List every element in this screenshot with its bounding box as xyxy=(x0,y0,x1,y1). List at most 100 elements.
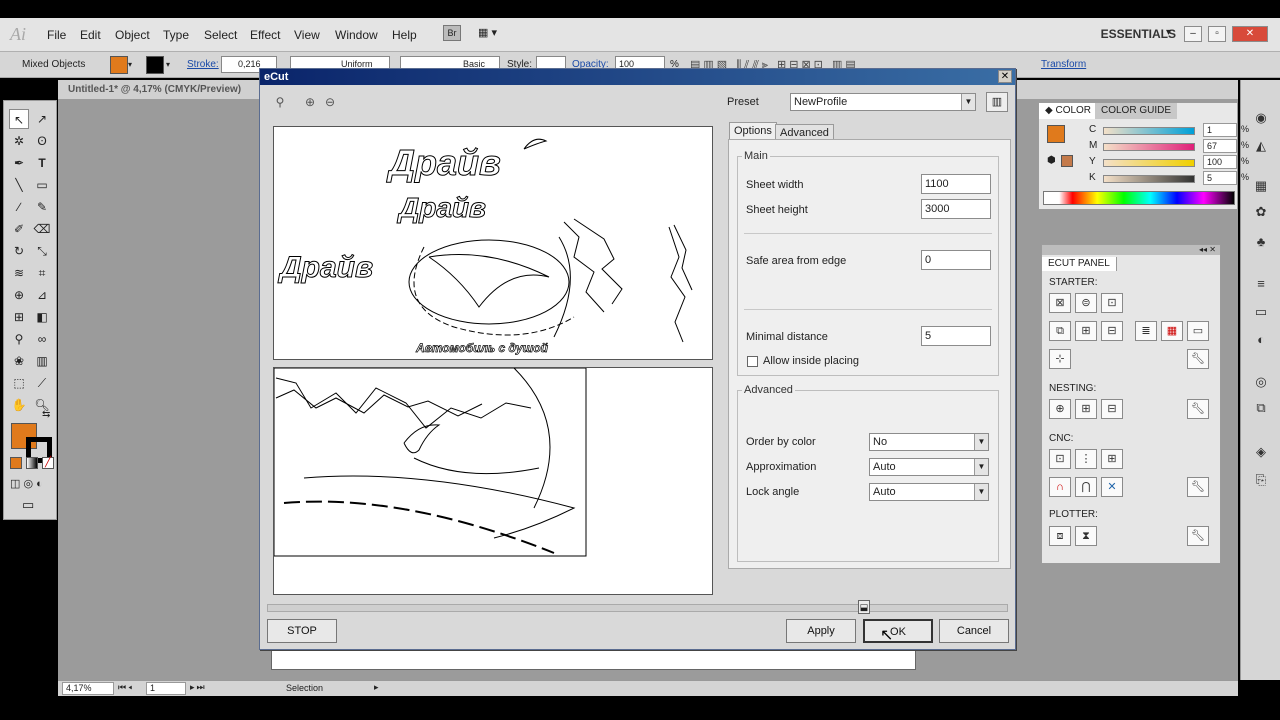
zoom-in-icon[interactable]: ⊕ xyxy=(302,95,318,111)
swap-colors-icon[interactable]: ⇆ xyxy=(42,409,50,420)
starter-btn-10[interactable]: ⊹ xyxy=(1049,349,1071,369)
bridge-button[interactable]: Br xyxy=(443,25,461,41)
paintbrush-tool-icon[interactable]: ∕ xyxy=(9,197,29,217)
cnc-btn-2[interactable]: ⋮ xyxy=(1075,449,1097,469)
starter-btn-3[interactable]: ⊡ xyxy=(1101,293,1123,313)
dialog-close-icon[interactable]: ✕ xyxy=(998,70,1012,83)
progress-handle-icon[interactable]: ⬓ xyxy=(858,600,870,614)
lock-angle-select[interactable]: Auto ▼ xyxy=(869,483,989,501)
cmyk-value-input[interactable]: 67 xyxy=(1203,139,1237,153)
menu-object[interactable]: Object xyxy=(115,28,150,42)
dxf-export-icon[interactable]: ✕ xyxy=(1101,477,1123,497)
brushes-icon[interactable]: ✿ xyxy=(1251,202,1271,222)
gradient-icon[interactable]: ▭ xyxy=(1251,302,1271,322)
cnc-btn-1[interactable]: ⊡ xyxy=(1049,449,1071,469)
arrange-documents-icon[interactable]: ▦ ▾ xyxy=(478,26,508,41)
minimize-icon[interactable]: – xyxy=(1184,26,1202,42)
none-mode-icon[interactable]: ╱ xyxy=(42,457,54,469)
graphic-styles-icon[interactable]: ⧉ xyxy=(1251,398,1271,418)
menu-help[interactable]: Help xyxy=(392,28,417,42)
blob-brush-tool-icon[interactable]: ✐ xyxy=(9,219,29,239)
cnc-btn-3[interactable]: ⊞ xyxy=(1101,449,1123,469)
fill-dropdown-icon[interactable]: ▾ xyxy=(128,60,132,69)
symbol-sprayer-tool-icon[interactable]: ❀ xyxy=(9,351,29,371)
close-icon[interactable]: ✕ xyxy=(1232,26,1268,42)
layers-icon[interactable]: ◈ xyxy=(1251,442,1271,462)
safe-area-input[interactable]: 0 xyxy=(921,250,991,270)
magic-wand-tool-icon[interactable]: ✲ xyxy=(9,131,29,151)
stroke-swatch[interactable] xyxy=(146,56,164,74)
page-nav-first-icon[interactable]: ⏮◂ xyxy=(118,682,134,693)
preview-sheet-2[interactable] xyxy=(273,367,713,595)
eraser-tool-icon[interactable]: ⌫ xyxy=(32,219,52,239)
cmyk-slider[interactable] xyxy=(1103,143,1195,151)
blend-tool-icon[interactable]: ∞ xyxy=(32,329,52,349)
workspace-chevron-icon[interactable]: ▾ xyxy=(1166,27,1171,38)
slice-tool-icon[interactable]: ⟋ xyxy=(32,373,52,393)
starter-btn-9[interactable]: ▭ xyxy=(1187,321,1209,341)
stroke-dropdown-icon[interactable]: ▾ xyxy=(166,60,170,69)
transparency-icon[interactable]: ◐ xyxy=(1251,330,1271,350)
cmyk-slider[interactable] xyxy=(1103,159,1195,167)
fill-swatch[interactable] xyxy=(110,56,128,74)
rectangle-tool-icon[interactable]: ▭ xyxy=(32,175,52,195)
menu-file[interactable]: File xyxy=(47,28,66,42)
starter-btn-1[interactable]: ⊠ xyxy=(1049,293,1071,313)
starter-btn-7[interactable]: ≣ xyxy=(1135,321,1157,341)
direct-selection-tool-icon[interactable]: ↗ xyxy=(32,109,52,129)
workspace-switcher[interactable]: ESSENTIALS xyxy=(1101,27,1176,41)
preset-manage-icon[interactable]: ▥ xyxy=(986,92,1008,112)
sheet-width-input[interactable]: 1100 xyxy=(921,174,991,194)
transform-link[interactable]: Transform xyxy=(1041,59,1086,70)
screen-mode-icon[interactable]: ▭ xyxy=(22,497,34,513)
zoom-out-icon[interactable]: ⊖ xyxy=(322,95,338,111)
nesting-btn-3[interactable]: ⊟ xyxy=(1101,399,1123,419)
starter-btn-5[interactable]: ⊞ xyxy=(1075,321,1097,341)
tab-color[interactable]: ◆ COLOR xyxy=(1039,103,1099,119)
cmyk-slider[interactable] xyxy=(1103,127,1195,135)
min-distance-input[interactable]: 5 xyxy=(921,326,991,346)
artboard-tool-icon[interactable]: ⬚ xyxy=(9,373,29,393)
pencil-tool-icon[interactable]: ✎ xyxy=(32,197,52,217)
starter-btn-4[interactable]: ⧉ xyxy=(1049,321,1071,341)
starter-btn-2[interactable]: ⊜ xyxy=(1075,293,1097,313)
plotter-settings-icon[interactable]: 🔧︎ xyxy=(1187,526,1209,546)
scale-tool-icon[interactable]: ⤡ xyxy=(32,241,52,261)
free-transform-tool-icon[interactable]: ⌗ xyxy=(32,263,52,283)
cmyk-value-input[interactable]: 5 xyxy=(1203,171,1237,185)
approximation-select[interactable]: Auto ▼ xyxy=(869,458,989,476)
restore-icon[interactable]: ▫ xyxy=(1208,26,1226,42)
sheet-height-input[interactable]: 3000 xyxy=(921,199,991,219)
drawing-mode-icons[interactable]: ◫ ◎ ◐ xyxy=(10,477,43,490)
menu-view[interactable]: View xyxy=(294,28,320,42)
symbols-icon[interactable]: ♣ xyxy=(1251,232,1271,252)
line-tool-icon[interactable]: ╲ xyxy=(9,175,29,195)
plotter-btn-2[interactable]: ⧗ xyxy=(1075,526,1097,546)
cmyk-value-input[interactable]: 100 xyxy=(1203,155,1237,169)
swatches-icon[interactable]: ▦ xyxy=(1251,176,1271,196)
menu-edit[interactable]: Edit xyxy=(80,28,101,42)
cancel-button[interactable]: Cancel xyxy=(939,619,1009,643)
color-spectrum-bar[interactable] xyxy=(1043,191,1235,205)
status-mode[interactable]: Selection xyxy=(286,683,323,693)
stroke-label[interactable]: Stroke: xyxy=(187,59,219,70)
panel-collapse-bar[interactable]: ◂◂ ✕ xyxy=(1042,245,1220,255)
cmyk-value-input[interactable]: 1 xyxy=(1203,123,1237,137)
appearance-icon[interactable]: ◎ xyxy=(1251,372,1271,392)
stroke-icon[interactable]: ≡ xyxy=(1251,274,1271,294)
plotter-btn-1[interactable]: ⧈ xyxy=(1049,526,1071,546)
color-mode-icon[interactable] xyxy=(10,457,22,469)
status-menu-icon[interactable]: ▸ xyxy=(374,682,379,693)
cnc-btn-4[interactable]: ∩ xyxy=(1049,477,1071,497)
page-field[interactable]: 1 xyxy=(146,682,186,695)
allow-inside-checkbox[interactable] xyxy=(747,356,758,367)
allow-inside-label[interactable]: Allow inside placing xyxy=(763,355,859,367)
starter-settings-icon[interactable]: 🔧︎ xyxy=(1187,349,1209,369)
warp-tool-icon[interactable]: ≋ xyxy=(9,263,29,283)
starter-btn-6[interactable]: ⊟ xyxy=(1101,321,1123,341)
order-by-color-select[interactable]: No ▼ xyxy=(869,433,989,451)
ok-button[interactable]: OK xyxy=(863,619,933,643)
zoom-field[interactable]: 4,17% xyxy=(62,682,114,695)
color-guide-icon[interactable]: ◭ xyxy=(1251,136,1271,156)
cmyk-slider[interactable] xyxy=(1103,175,1195,183)
